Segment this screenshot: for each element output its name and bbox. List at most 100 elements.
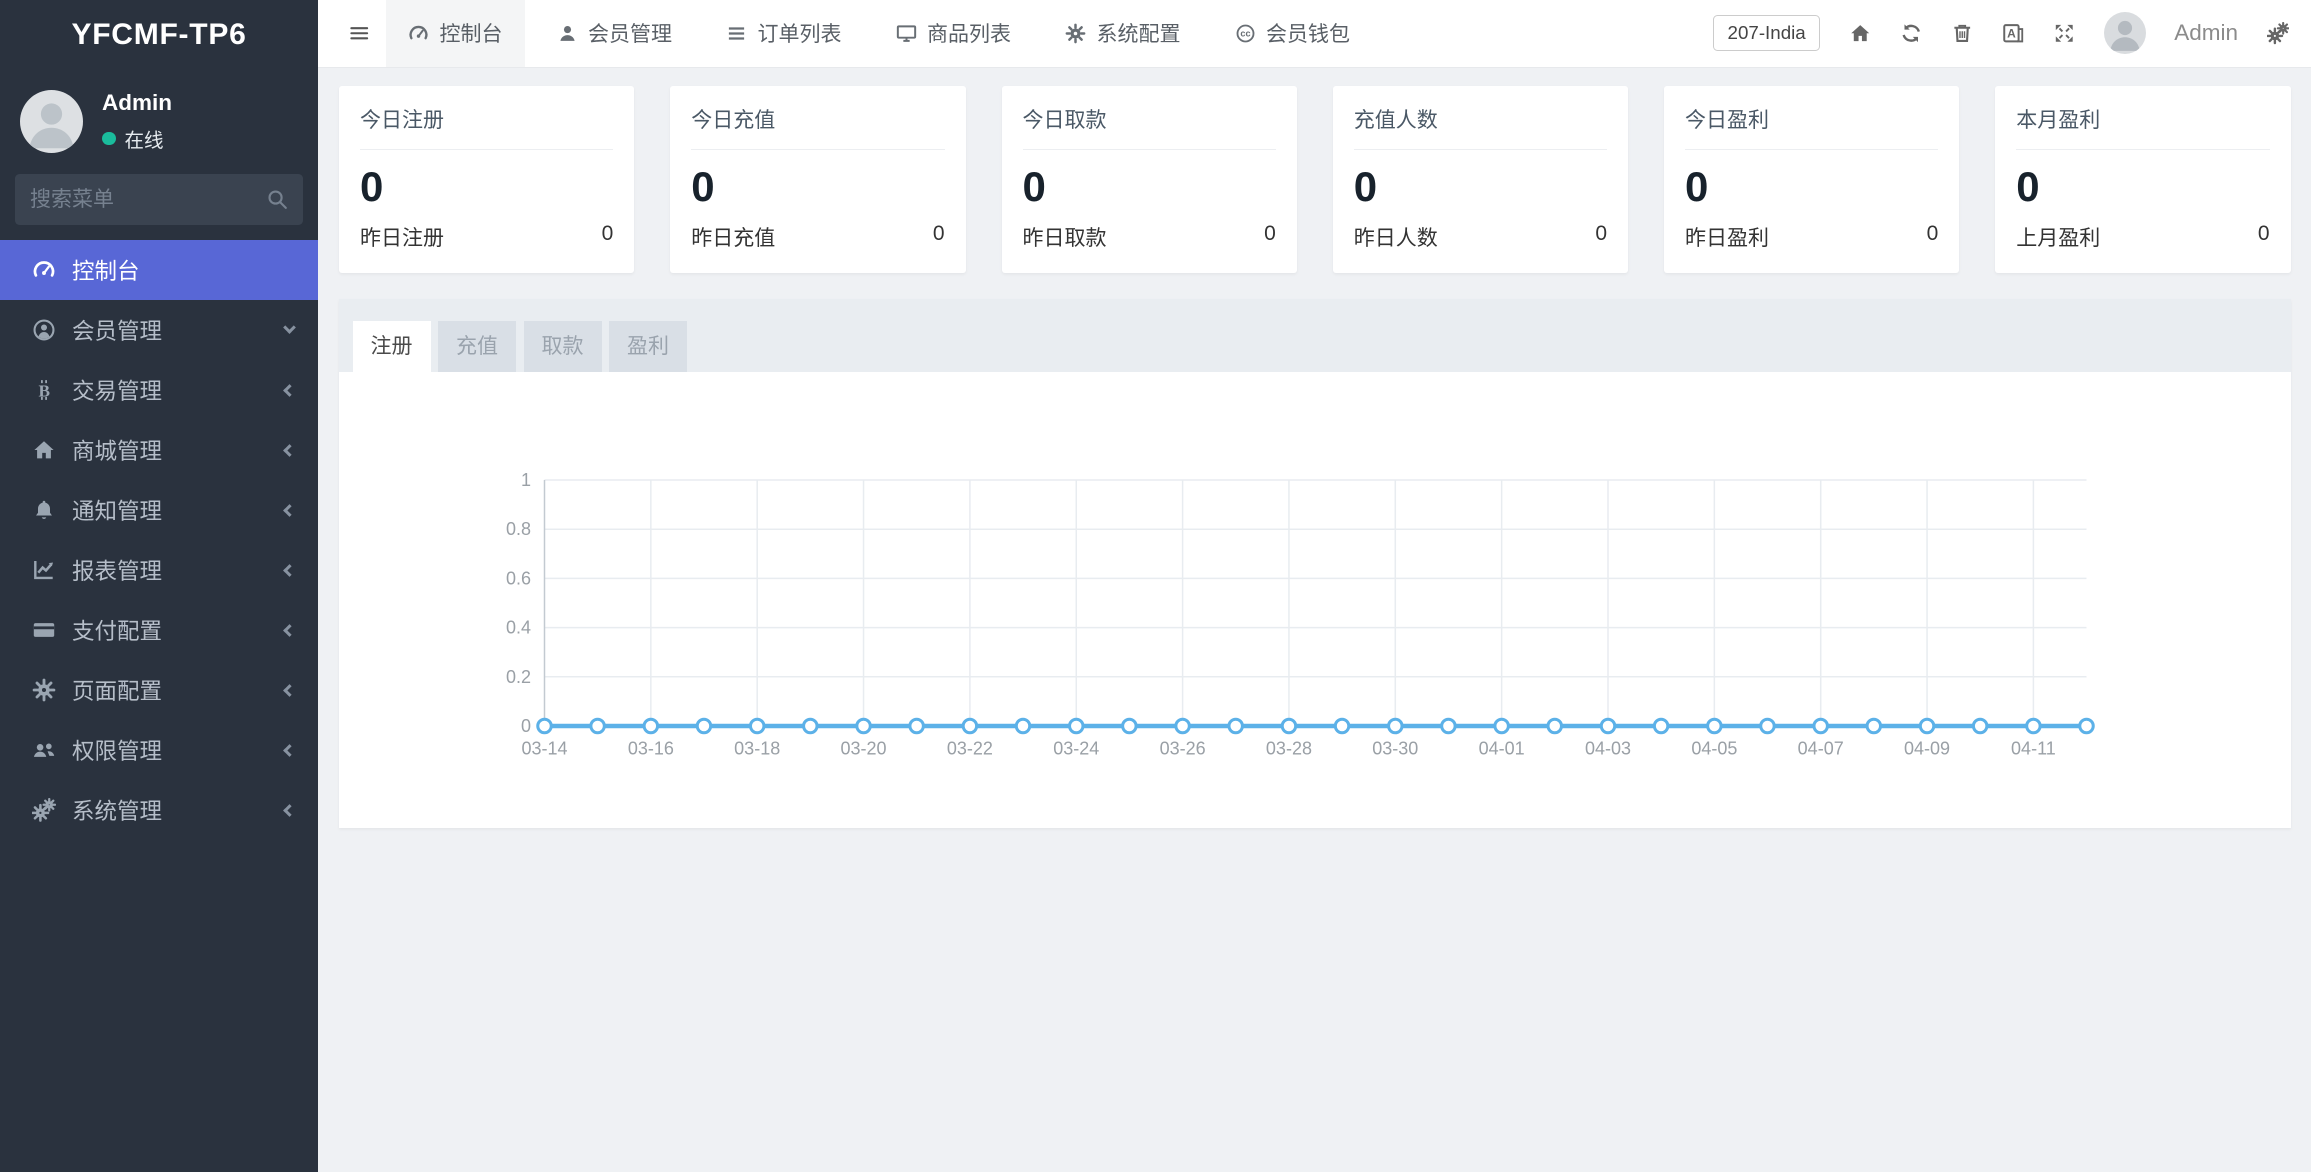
sidebar-item-1[interactable]: 会员管理 <box>0 300 318 360</box>
nav-tab-1[interactable]: 会员管理 <box>534 0 695 67</box>
home-icon[interactable] <box>1849 22 1872 45</box>
stat-card-sub-label: 昨日注册 <box>360 222 444 252</box>
bell-icon <box>30 498 57 522</box>
svg-text:04-05: 04-05 <box>1691 739 1737 759</box>
chart-panel: 注册充值取款盈利 03-1403-1603-1803-2003-2203-240… <box>339 299 2291 829</box>
stat-card-sub-value: 0 <box>2258 222 2270 252</box>
stat-card-4: 今日盈利 0 昨日盈利 0 <box>1664 86 1959 274</box>
dashboard-icon <box>30 258 57 282</box>
chart-tab-3[interactable]: 盈利 <box>609 321 687 372</box>
stat-card-value: 0 <box>1354 165 1607 209</box>
svg-text:03-18: 03-18 <box>734 739 780 759</box>
svg-text:03-16: 03-16 <box>628 739 674 759</box>
svg-text:0.6: 0.6 <box>506 568 531 588</box>
stat-card-sub-value: 0 <box>1927 222 1939 252</box>
sidebar-item-7[interactable]: 页面配置 <box>0 660 318 720</box>
sidebar-item-4[interactable]: 通知管理 <box>0 480 318 540</box>
svg-text:04-03: 04-03 <box>1585 739 1631 759</box>
svg-text:03-22: 03-22 <box>947 739 993 759</box>
svg-text:03-30: 03-30 <box>1372 739 1418 759</box>
sidebar-item-2[interactable]: B 交易管理 <box>0 360 318 420</box>
svg-text:0.4: 0.4 <box>506 618 531 638</box>
cc-icon: cc <box>1235 23 1256 44</box>
stat-card-title: 今日取款 <box>1023 104 1276 150</box>
profile-name: Admin <box>102 90 172 116</box>
sidebar-item-9[interactable]: 系统管理 <box>0 780 318 840</box>
stat-card-3: 充值人数 0 昨日人数 0 <box>1333 86 1628 274</box>
sidebar-item-0[interactable]: 控制台 <box>0 240 318 300</box>
sidebar-item-3[interactable]: 商城管理 <box>0 420 318 480</box>
chart-body: 03-1403-1603-1803-2003-2203-2403-2603-28… <box>339 372 2291 828</box>
stat-card-2: 今日取款 0 昨日取款 0 <box>1002 86 1297 274</box>
region-button[interactable]: 207-India <box>1713 15 1820 51</box>
nav-tab-5[interactable]: cc 会员钱包 <box>1212 0 1373 67</box>
user-profile: Admin 在线 <box>0 69 318 153</box>
nav-tab-4[interactable]: 系统配置 <box>1043 0 1204 67</box>
svg-text:cc: cc <box>1240 28 1250 38</box>
svg-text:04-11: 04-11 <box>2011 739 2056 759</box>
fullscreen-icon[interactable] <box>2053 22 2076 45</box>
svg-text:04-01: 04-01 <box>1479 739 1525 759</box>
stat-cards: 今日注册 0 昨日注册 0 今日充值 0 昨日充值 0 今日取款 0 昨日取款 … <box>339 86 2291 274</box>
trash-icon[interactable] <box>1951 22 1974 45</box>
users-icon <box>30 738 57 762</box>
chart-tab-1[interactable]: 充值 <box>438 321 516 372</box>
sidebar-item-5[interactable]: 报表管理 <box>0 540 318 600</box>
chart-tab-0[interactable]: 注册 <box>353 321 431 372</box>
gear-icon <box>1065 23 1086 44</box>
page-content: 今日注册 0 昨日注册 0 今日充值 0 昨日充值 0 今日取款 0 昨日取款 … <box>318 68 2311 847</box>
sidebar-menu: 控制台 会员管理 B 交易管理 商城管理 通知管理 报表管理 支付配置 页面配置… <box>0 240 318 840</box>
chevron-left-icon <box>283 624 296 637</box>
stat-card-sub-label: 昨日人数 <box>1354 222 1438 252</box>
stat-card-sub-label: 昨日充值 <box>691 222 775 252</box>
menu-toggle-icon[interactable] <box>348 22 371 45</box>
svg-text:04-09: 04-09 <box>1904 739 1950 759</box>
svg-text:0.2: 0.2 <box>506 667 531 687</box>
chart-line-icon <box>30 558 57 582</box>
stat-card-title: 充值人数 <box>1354 104 1607 150</box>
gear-icon <box>30 678 57 702</box>
user-avatar[interactable] <box>2104 12 2146 54</box>
chart-tab-2[interactable]: 取款 <box>524 321 602 372</box>
person-icon <box>2104 33 2146 54</box>
stat-card-sub-label: 上月盈利 <box>2016 222 2100 252</box>
svg-text:0: 0 <box>521 716 531 736</box>
translate-icon[interactable]: A <box>2002 22 2025 45</box>
nav-tab-3[interactable]: 商品列表 <box>873 0 1034 67</box>
chevron-left-icon <box>283 444 296 457</box>
svg-text:A: A <box>2007 26 2016 40</box>
stat-card-title: 今日盈利 <box>1685 104 1938 150</box>
stat-card-sub-label: 昨日取款 <box>1023 222 1107 252</box>
stat-card-0: 今日注册 0 昨日注册 0 <box>339 86 634 274</box>
top-navbar: 控制台 会员管理 订单列表 商品列表 系统配置 cc 会员钱包 207-Indi… <box>318 0 2311 68</box>
user-name[interactable]: Admin <box>2174 20 2238 46</box>
bitcoin-icon: B <box>30 378 57 402</box>
svg-text:1: 1 <box>521 470 531 490</box>
nav-tab-2[interactable]: 订单列表 <box>704 0 865 67</box>
menu-search <box>15 174 303 225</box>
gears-icon <box>30 798 57 822</box>
svg-text:B: B <box>38 381 50 400</box>
nav-tab-0[interactable]: 控制台 <box>386 0 526 67</box>
online-status: 在线 <box>102 124 172 153</box>
sidebar-item-6[interactable]: 支付配置 <box>0 600 318 660</box>
chevron-left-icon <box>283 684 296 697</box>
sidebar: YFCMF-TP6 Admin 在线 控制台 会员管理 B 交易管理 商城管理 <box>0 0 318 1172</box>
chevron-left-icon <box>283 744 296 757</box>
app: YFCMF-TP6 Admin 在线 控制台 会员管理 B 交易管理 商城管理 <box>0 0 2311 1172</box>
sidebar-item-8[interactable]: 权限管理 <box>0 720 318 780</box>
desktop-icon <box>896 23 917 44</box>
stat-card-sub-label: 昨日盈利 <box>1685 222 1769 252</box>
stat-card-value: 0 <box>691 165 944 209</box>
stat-card-value: 0 <box>1023 165 1276 209</box>
stat-card-sub-value: 0 <box>1264 222 1276 252</box>
svg-text:03-20: 03-20 <box>841 739 887 759</box>
search-input[interactable] <box>30 188 266 212</box>
refresh-icon[interactable] <box>1900 22 1923 45</box>
stat-card-sub-value: 0 <box>933 222 945 252</box>
stat-card-title: 本月盈利 <box>2016 104 2269 150</box>
settings-gears-icon[interactable] <box>2267 22 2290 45</box>
stat-card-sub-value: 0 <box>1595 222 1607 252</box>
user-icon <box>557 23 578 44</box>
online-status-dot <box>102 132 116 146</box>
